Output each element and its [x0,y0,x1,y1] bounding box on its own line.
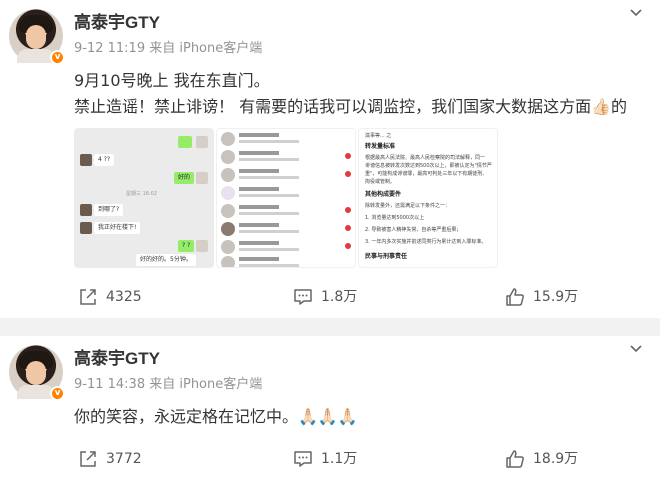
text-line: 1. 浏览量达到5000次以上 [365,215,425,221]
chat-time: 星期三 16:02 [126,191,157,197]
post-text-line: 你的笑容，永远定格在记忆中。🙏🏻🙏🏻🙏🏻 [74,407,358,426]
text-line: 2. 导致被害人精神失常、自杀等严重后果； [365,227,462,233]
like-button[interactable]: 18.9万 [505,444,578,474]
list-item [221,149,353,167]
text-line: 3. 一年内多次实施并前述同类行为累计达到入罪标准。 [365,239,487,245]
chat-bubble [178,136,192,148]
chat-bubble: 到哪了? [94,204,124,216]
verified-badge-icon: v [50,386,65,401]
weibo-post: v 高泰宇GTY 9-11 14:38 来自 iPhone客户端 你的笑容，永远… [0,336,660,482]
image-grid: 4 ?? 好的 星期三 16:02 到哪了? 我正好在楼下! ? ? 好的好的。… [74,128,498,268]
like-count: 18.9万 [533,451,579,467]
chat-bubble: 我正好在楼下! [94,222,141,234]
comment-icon [294,451,312,467]
legal-text-image[interactable]: 滋事等... 之 转发量标准 根据最高人民法院、最高人民检察院的司法解释，同一 … [358,128,498,268]
text-heading: 民事与刑事责任 [365,253,408,260]
list-item [221,167,353,185]
chat-avatar [80,204,92,216]
text-line: 拘役或管制。 [365,179,396,185]
comment-button[interactable]: 1.1万 [293,444,357,474]
comment-icon [294,289,312,305]
chat-avatar [196,172,208,184]
chat-bubble: 好的好的。5分钟。 [136,254,196,266]
thumbs-up-icon [506,450,524,468]
like-button[interactable]: 15.9万 [505,282,578,312]
chat-avatar [80,222,92,234]
repost-icon [80,289,96,305]
author-name[interactable]: 高泰宇GTY [74,12,160,34]
post-text-line: 9月10号晚上 我在东直门。 [74,71,270,90]
comment-count: 1.8万 [321,289,358,305]
post-meta: 9-12 11:19 来自 iPhone客户端 [74,41,263,56]
list-item [221,203,353,221]
avatar[interactable]: v [9,345,65,401]
author-name[interactable]: 高泰宇GTY [74,348,160,370]
post-text-line: 禁止造谣！禁止诽谤！ 有需要的话我可以调监控，我们国家大数据这方面👍🏻的 [74,97,628,116]
repost-button[interactable]: 4325 [78,282,142,312]
message-list-image[interactable] [216,128,356,268]
text-line: 根据最高人民法院、最高人民检察院的司法解释，同一 [365,155,486,161]
chat-avatar [80,154,92,166]
text-line: 除转发量外，还需满足以下条件之一： [365,203,451,209]
text-line: 诽谤信息被转发次数达到500次以上，即被认定为"情节严 [365,163,492,169]
text-line: 滋事等... 之 [365,133,392,139]
chat-bubble: 好的 [174,172,195,184]
list-item [221,131,353,149]
list-item [221,255,353,267]
post-meta: 9-11 14:38 来自 iPhone客户端 [74,377,263,392]
list-item [221,221,353,239]
text-line: 重"，可能构成诽谤罪，最高可判处三年以下有期徒刑、 [365,171,488,177]
chat-avatar [196,240,208,252]
text-heading: 转发量标准 [365,143,396,150]
avatar-face [26,361,46,385]
chat-screenshot-image[interactable]: 4 ?? 好的 星期三 16:02 到哪了? 我正好在楼下! ? ? 好的好的。… [74,128,214,268]
thumbs-up-icon [506,288,524,306]
chat-bubble: ? ? [178,240,195,252]
repost-button[interactable]: 3772 [78,444,142,474]
repost-count: 4325 [106,289,142,305]
post-actions: 4325 1.8万 15.9万 [0,282,660,312]
chat-avatar [196,136,208,148]
comment-count: 1.1万 [321,451,358,467]
post-actions: 3772 1.1万 18.9万 [0,444,660,474]
list-item [221,185,353,203]
repost-count: 3772 [106,451,142,467]
chat-bubble: 4 ?? [94,154,115,166]
repost-icon [80,451,96,467]
avatar-face [26,25,46,49]
text-heading: 其他构成要件 [365,191,402,198]
like-count: 15.9万 [533,289,579,305]
weibo-post: v 高泰宇GTY 9-12 11:19 来自 iPhone客户端 9月10号晚上… [0,0,660,318]
comment-button[interactable]: 1.8万 [293,282,357,312]
verified-badge-icon: v [50,50,65,65]
chevron-down-icon[interactable] [630,342,642,354]
chevron-down-icon[interactable] [630,6,642,18]
avatar[interactable]: v [9,9,65,65]
